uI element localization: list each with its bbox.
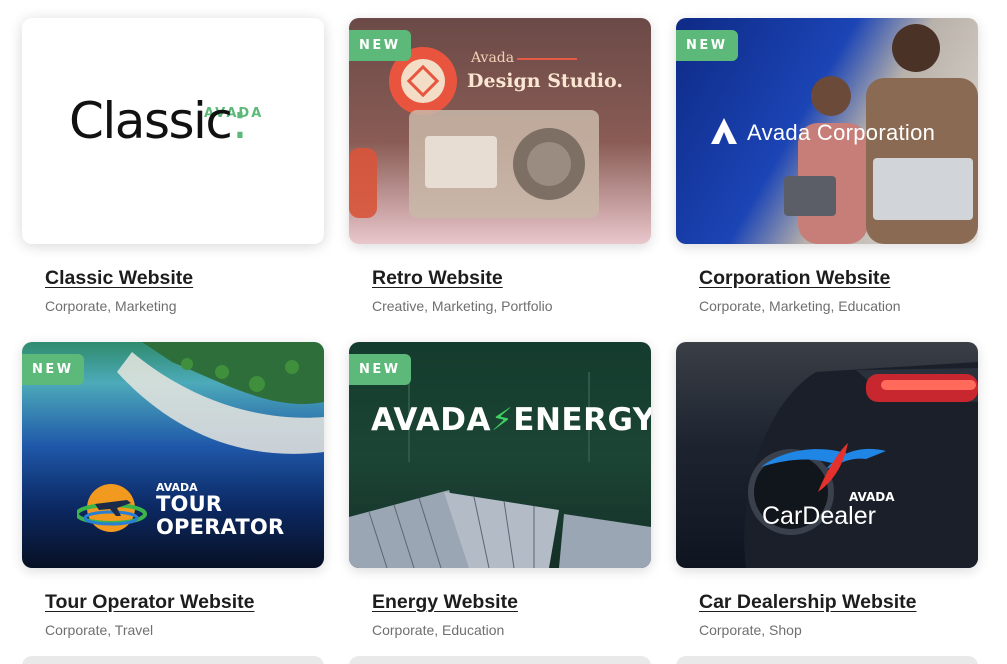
energy-website-link[interactable]: Energy Website [372, 591, 518, 614]
tour-operator-tags: Corporate, Travel [45, 622, 154, 638]
tour-logo-line2: OPERATOR [156, 515, 285, 539]
bolt-icon: ⚡ [491, 402, 514, 438]
car-dealership-website-link[interactable]: Car Dealership Website [699, 591, 916, 614]
classic-logo-name: Classic [69, 92, 233, 150]
corporation-logo-title: Avada Corporation [747, 120, 936, 145]
new-badge: NEW [349, 354, 411, 385]
avada-logo-icon [711, 118, 737, 144]
classic-tags: Corporate, Marketing [45, 298, 177, 314]
corporation-tags: Corporate, Marketing, Education [699, 298, 901, 314]
retro-thumbnail[interactable]: NEW Avada Design Studio. [349, 18, 651, 244]
new-badge: NEW [676, 30, 738, 61]
demo-card-tour-operator: NEW AVADA TOUR OPERATOR Tour Operator We… [22, 342, 324, 638]
corporation-website-link[interactable]: Corporation Website [699, 267, 890, 290]
energy-tags: Corporate, Education [372, 622, 505, 638]
next-row-card-edge [349, 656, 651, 664]
energy-logo-title: AVADA⚡ENERGY [371, 402, 651, 438]
retro-brand: Avada [471, 50, 515, 66]
classic-website-link[interactable]: Classic Website [45, 267, 193, 290]
car-logo-title: CarDealer [762, 502, 876, 530]
tour-operator-website-link[interactable]: Tour Operator Website [45, 591, 254, 614]
classic-thumbnail[interactable]: AVADA Classic: [22, 18, 324, 244]
classic-logo-colon: : [231, 92, 248, 150]
retro-logo-title: Design Studio. [467, 70, 623, 92]
next-row-card-edge [22, 656, 324, 664]
new-badge: NEW [349, 30, 411, 61]
next-row-card-edge [676, 656, 978, 664]
corporation-thumbnail[interactable]: NEW Avada Corporation [676, 18, 978, 244]
plane-globe-icon [77, 484, 147, 532]
tour-operator-thumbnail[interactable]: NEW AVADA TOUR OPERATOR [22, 342, 324, 568]
car-dealer-thumbnail[interactable]: AVADA CarDealer [676, 342, 978, 568]
car-logo-icon [761, 443, 886, 492]
retro-tags: Creative, Marketing, Portfolio [372, 298, 553, 314]
energy-thumbnail[interactable]: NEW AVADA⚡ENERGY [349, 342, 651, 568]
energy-logo-right: ENERGY [513, 402, 651, 438]
retro-website-link[interactable]: Retro Website [372, 267, 503, 290]
demo-card-car-dealer: AVADA CarDealer Car Dealership Website C… [676, 342, 978, 638]
retro-divider [517, 58, 577, 60]
demo-card-retro: NEW Avada Design Studio. Retro Website C… [349, 18, 651, 314]
tour-logo-line1: TOUR [156, 492, 223, 516]
new-badge: NEW [22, 354, 84, 385]
demo-card-classic: AVADA Classic: Classic Website Corporate… [22, 18, 324, 314]
classic-logo: Classic: [69, 96, 248, 146]
car-dealership-tags: Corporate, Shop [699, 622, 802, 638]
energy-logo-left: AVADA [371, 402, 491, 438]
demo-card-corporation: NEW Avada Corporation Corporation Websit… [676, 18, 978, 314]
demo-card-energy: NEW AVADA⚡ENERGY Energy Website Corporat… [349, 342, 651, 638]
